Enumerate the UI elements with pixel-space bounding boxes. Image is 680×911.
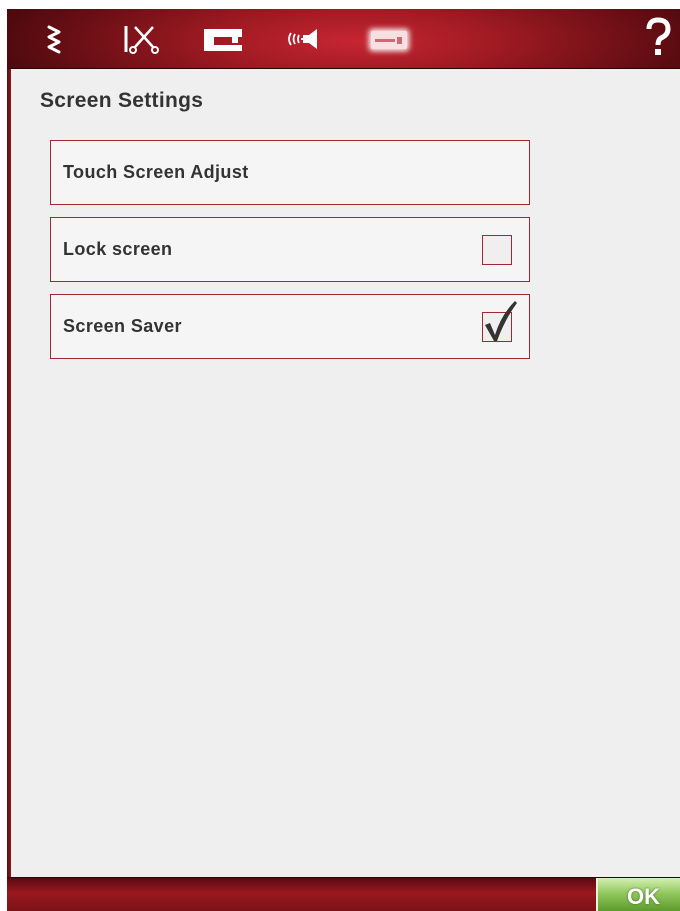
lock-screen-checkbox[interactable] bbox=[482, 235, 512, 265]
ok-button-label: OK bbox=[627, 884, 660, 909]
touch-screen-adjust-label: Touch Screen Adjust bbox=[63, 162, 249, 182]
help-icon bbox=[646, 17, 671, 55]
stitch-icon[interactable] bbox=[41, 23, 69, 55]
sewing-machine-icon[interactable] bbox=[201, 23, 245, 55]
app-frame: Screen Settings Touch Screen Adjust Lock… bbox=[7, 9, 680, 911]
bottom-bar: OK bbox=[7, 877, 680, 911]
top-toolbar bbox=[7, 9, 680, 69]
page-title: Screen Settings bbox=[40, 89, 204, 112]
lock-screen-label: Lock screen bbox=[63, 239, 173, 259]
screen-settings-icon[interactable] bbox=[363, 23, 415, 55]
scissors-icon[interactable] bbox=[119, 23, 159, 55]
help-button[interactable] bbox=[640, 15, 676, 61]
screen-saver-label: Screen Saver bbox=[63, 316, 182, 336]
touch-screen-adjust-button[interactable]: Touch Screen Adjust bbox=[50, 140, 530, 205]
screen-saver-checkbox[interactable] bbox=[482, 301, 517, 342]
ok-button[interactable]: OK bbox=[596, 878, 680, 911]
lock-screen-row[interactable]: Lock screen bbox=[50, 217, 530, 282]
frame-edge bbox=[7, 9, 11, 911]
screen-saver-row[interactable]: Screen Saver bbox=[50, 294, 530, 359]
checkmark-icon bbox=[485, 301, 517, 341]
sound-icon[interactable] bbox=[285, 23, 329, 55]
